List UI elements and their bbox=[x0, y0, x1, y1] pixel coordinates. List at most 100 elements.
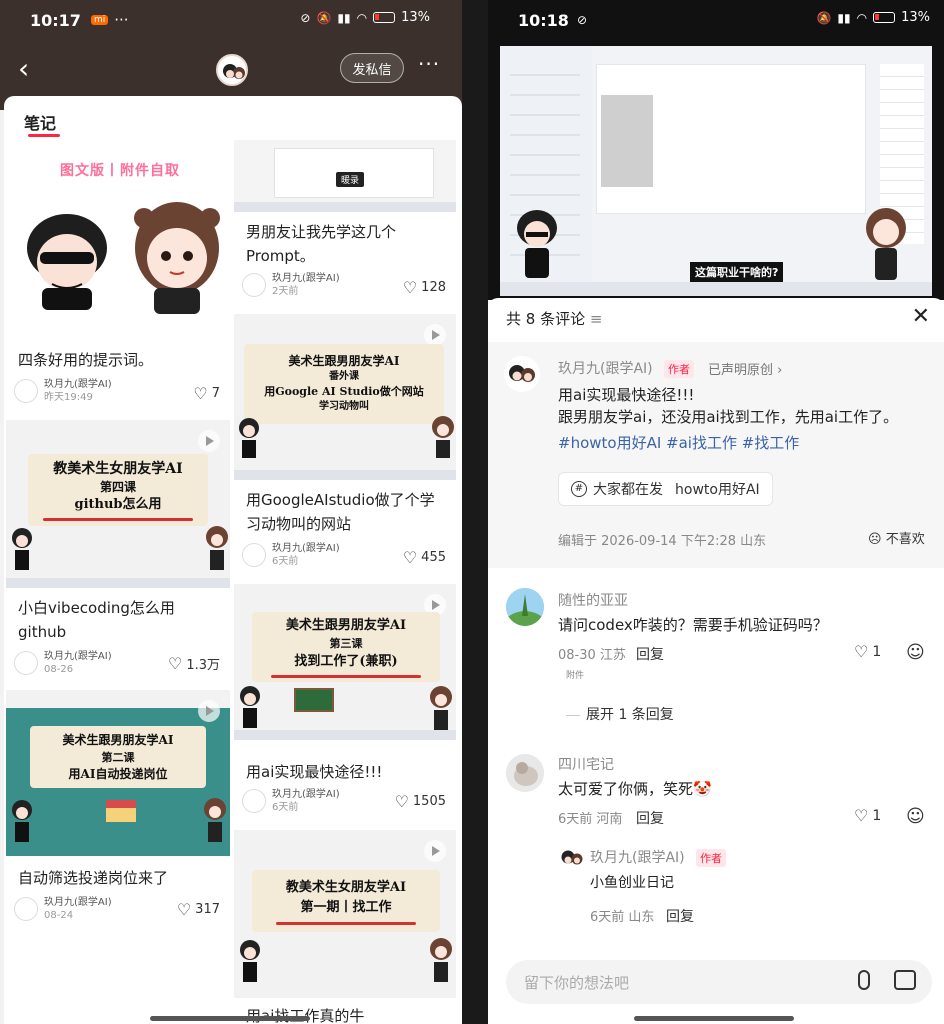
more-icon[interactable]: ··· bbox=[418, 52, 440, 76]
comment-location: 河南 bbox=[596, 812, 623, 827]
note-card[interactable]: 美术生跟男朋友学AI 番外课 用Google AI Studio做个网站 学习动… bbox=[234, 314, 456, 576]
back-icon[interactable]: ‹ bbox=[18, 55, 29, 83]
note-card[interactable]: 暖录 男朋友让我先学这几个Prompt。 玖月九(跟学AI) 2天前 ♡ 128 bbox=[234, 140, 456, 306]
note-date: 08-26 bbox=[44, 664, 74, 675]
cover-text: 第三课 bbox=[329, 636, 363, 650]
note-title: 用ai实现最快途径!!! bbox=[246, 763, 383, 781]
heart-icon: ♡ bbox=[394, 792, 409, 811]
note-card[interactable]: 美术生跟男朋友学AI 第二课 用AI自动投递岗位 自动筛选投递岗位来了 玖月九(… bbox=[6, 690, 230, 930]
comment-user-name[interactable]: 随性的亚亚 bbox=[558, 590, 628, 610]
girl-character-illustration bbox=[206, 526, 228, 570]
heart-icon: ♡ bbox=[854, 642, 869, 661]
status-bar: 10:18 ⊘ 🔕 ▮▮ ◠ 13% bbox=[518, 0, 938, 40]
video-doc-preview bbox=[601, 95, 653, 187]
cover-text: 找到工作了(兼职) bbox=[294, 653, 398, 669]
cover-board: 美术生跟男朋友学AI 第二课 用AI自动投递岗位 bbox=[30, 726, 206, 788]
like-counter[interactable]: ♡ 1.3万 bbox=[168, 654, 220, 673]
profile-nav-bar: ‹ 发私信 ··· bbox=[0, 48, 462, 92]
post-author-name[interactable]: 玖月九(跟学AI) bbox=[558, 358, 653, 378]
cover-underline bbox=[276, 921, 416, 925]
image-icon[interactable] bbox=[894, 970, 916, 990]
cover-underline bbox=[271, 674, 421, 678]
video-player[interactable]: 这篇职业干啥的? bbox=[500, 46, 932, 296]
cover-board: 教美术生女朋友学AI 第四课 github怎么用 bbox=[28, 454, 208, 526]
reply-location: 山东 bbox=[628, 910, 655, 925]
author-badge: 作者 bbox=[696, 849, 726, 867]
reply-button[interactable]: 回复 bbox=[636, 808, 664, 828]
note-card[interactable]: 教美术生女朋友学AI 第一期丨找工作 用ai找工作真的牛 bbox=[234, 830, 456, 1024]
boy-character-illustration bbox=[12, 528, 32, 570]
note-date: 6天前 bbox=[272, 802, 299, 813]
boy-character-illustration bbox=[27, 214, 107, 310]
comment-like-button[interactable]: ♡ 1 bbox=[854, 642, 881, 661]
note-card[interactable]: 美术生跟男朋友学AI 第三课 找到工作了(兼职) 用ai实现最快途径!!! 玖月… bbox=[234, 584, 456, 824]
emoji-react-icon[interactable]: ☺ bbox=[906, 806, 925, 827]
expand-replies[interactable]: 展开 1 条回复 bbox=[566, 704, 674, 724]
dislike-button[interactable]: ☹ 不喜欢 bbox=[868, 528, 925, 547]
note-cover: 教美术生女朋友学AI 第四课 github怎么用 bbox=[6, 420, 230, 588]
sort-icon[interactable]: ≡ bbox=[590, 310, 603, 328]
comment-like-button[interactable]: ♡ 1 bbox=[854, 806, 881, 825]
avatar[interactable] bbox=[504, 356, 540, 392]
comment-user-name[interactable]: 四川宅记 bbox=[558, 754, 614, 774]
like-count: 128 bbox=[421, 280, 446, 295]
note-title: 用GoogleAIstudio做了个学习动物叫的网站 bbox=[246, 491, 435, 533]
note-card[interactable]: 教美术生女朋友学AI 第四课 github怎么用 小白vibecoding怎么用… bbox=[6, 420, 230, 686]
edited-info: 编辑于 2026-09-14 下午2:28 山东 bbox=[558, 534, 767, 549]
reply-button[interactable]: 回复 bbox=[666, 906, 694, 926]
chevron-right-icon: › bbox=[777, 363, 783, 378]
post-hashtags[interactable]: #howto用好AI #ai找工作 #找工作 bbox=[558, 432, 799, 453]
like-counter[interactable]: ♡ 1505 bbox=[395, 792, 446, 811]
like-counter[interactable]: ♡ 317 bbox=[177, 900, 220, 919]
cover-taskbar bbox=[234, 202, 456, 212]
cover-text: 第二课 bbox=[101, 750, 135, 764]
like-count: 1 bbox=[872, 643, 882, 660]
reply-text: 小鱼创业日记 bbox=[590, 875, 674, 891]
cover-chalkboard bbox=[294, 688, 334, 712]
note-cover: 图文版丨附件自取 bbox=[6, 140, 230, 316]
author-name: 玖月九(跟学AI) bbox=[272, 789, 340, 800]
author-avatar bbox=[242, 543, 266, 567]
wifi-icon: ◠ bbox=[856, 10, 868, 25]
mute-icon: 🔕 bbox=[816, 10, 832, 25]
wifi-icon: ◠ bbox=[356, 10, 368, 25]
boy-character-illustration bbox=[517, 210, 557, 278]
cover-text: 教美术生女朋友学AI bbox=[53, 460, 183, 477]
link-icon: ⊘ bbox=[300, 10, 311, 25]
note-cover: 教美术生女朋友学AI 第一期丨找工作 bbox=[234, 830, 456, 998]
avatar[interactable] bbox=[506, 754, 544, 792]
cover-text: github怎么用 bbox=[74, 496, 162, 512]
emoji-react-icon[interactable]: ☺ bbox=[906, 642, 925, 663]
send-message-button[interactable]: 发私信 bbox=[340, 53, 404, 83]
note-title: 男朋友让我先学这几个Prompt。 bbox=[246, 223, 397, 265]
comment-text: 太可爱了你俩，笑死🤡 bbox=[558, 780, 712, 798]
cover-text: 美术生跟男朋友学AI bbox=[285, 617, 407, 633]
boy-character-illustration bbox=[12, 800, 32, 842]
note-card[interactable]: 图文版丨附件自取 四条好用的提示词。 玖月九(跟学AI) 昨天19:49 ♡ 7 bbox=[6, 140, 230, 416]
avatar[interactable] bbox=[216, 54, 248, 86]
topic-chip[interactable]: # 大家都在发 howto用好AI bbox=[558, 472, 773, 506]
video-play-icon bbox=[198, 430, 220, 452]
topic-chip-label: 大家都在发 bbox=[593, 482, 663, 498]
status-time: 10:17 bbox=[30, 10, 81, 30]
tab-notes[interactable]: 笔记 bbox=[24, 110, 56, 134]
author-name: 玖月九(跟学AI) bbox=[44, 651, 112, 662]
reply-button[interactable]: 回复 bbox=[636, 644, 664, 664]
like-counter[interactable]: ♡ 7 bbox=[193, 384, 220, 403]
cover-text: 用Google AI Studio做个网站 bbox=[264, 385, 424, 398]
author-avatar bbox=[14, 897, 38, 921]
like-counter[interactable]: ♡ 128 bbox=[403, 278, 446, 297]
like-counter[interactable]: ♡ 455 bbox=[403, 548, 446, 567]
note-meta: 玖月九(跟学AI) 08-26 bbox=[14, 650, 112, 676]
reply-user-name[interactable]: 玖月九(跟学AI) bbox=[590, 847, 685, 867]
microphone-icon[interactable] bbox=[858, 970, 870, 990]
close-icon[interactable]: ✕ bbox=[912, 304, 930, 329]
avatar[interactable] bbox=[558, 844, 586, 872]
status-icons: ⊘ 🔕 ▮▮ ◠ 13% bbox=[300, 10, 430, 25]
status-icons: 🔕 ▮▮ ◠ 13% bbox=[816, 10, 930, 25]
avatar[interactable] bbox=[506, 588, 544, 626]
original-declaration[interactable]: 已声明原创 › bbox=[708, 359, 782, 378]
like-count: 1505 bbox=[412, 794, 446, 809]
comment-input[interactable]: 留下你的想法吧 bbox=[506, 960, 932, 1004]
note-date: 昨天19:49 bbox=[44, 392, 93, 403]
